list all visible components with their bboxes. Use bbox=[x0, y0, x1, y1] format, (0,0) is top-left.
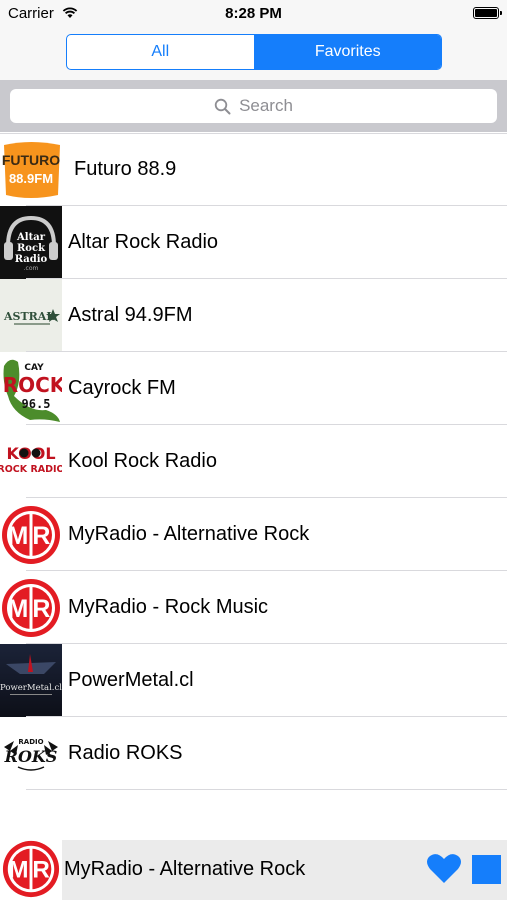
station-row[interactable]: ASTRAL Astral 94.9FM bbox=[0, 279, 507, 352]
roks-logo-mid: ROKS bbox=[4, 747, 58, 766]
search-bar: Search bbox=[0, 80, 507, 132]
battery-icon bbox=[473, 7, 502, 19]
navigation-bar: All Favorites bbox=[0, 28, 507, 80]
station-name: Radio ROKS bbox=[68, 742, 183, 764]
search-placeholder: Search bbox=[239, 96, 293, 115]
altar-logo-line2: Rock bbox=[17, 243, 46, 254]
search-input[interactable]: Search bbox=[10, 89, 497, 123]
segment-favorites[interactable]: Favorites bbox=[254, 35, 441, 69]
station-row[interactable]: RADIO ROKS Radio ROKS bbox=[0, 717, 507, 790]
futuro-logo-line1: FUTURO bbox=[2, 152, 60, 168]
powermetal-logo: PowerMetal.cl bbox=[0, 644, 62, 717]
astral-logo: ASTRAL bbox=[0, 279, 62, 352]
powermetal-logo-text: PowerMetal.cl bbox=[0, 683, 62, 693]
myradio-logo: MR bbox=[0, 571, 62, 644]
roks-logo-top: RADIO bbox=[18, 738, 43, 746]
myradio-logo-text: MR bbox=[8, 595, 55, 623]
kool-logo-top: KOOL bbox=[6, 444, 55, 463]
station-row[interactable]: MR MyRadio - Alternative Rock bbox=[0, 498, 507, 571]
station-name: Altar Rock Radio bbox=[68, 231, 219, 253]
search-icon bbox=[214, 98, 231, 114]
station-name: Kool Rock Radio bbox=[68, 450, 217, 472]
segmented-control: All Favorites bbox=[66, 34, 442, 70]
segment-all[interactable]: All bbox=[67, 35, 255, 69]
altar-logo-line3: Radio bbox=[15, 254, 48, 265]
now-playing-title: MyRadio - Alternative Rock bbox=[64, 858, 306, 880]
clock: 8:28 PM bbox=[225, 5, 282, 22]
heart-icon[interactable] bbox=[426, 852, 462, 889]
cayrock-logo: CAY ROCK 96.5 bbox=[0, 352, 62, 425]
station-row[interactable]: MR MyRadio - Rock Music bbox=[0, 571, 507, 644]
station-name: MyRadio - Alternative Rock bbox=[68, 523, 310, 545]
station-name: PowerMetal.cl bbox=[68, 669, 194, 691]
astral-logo-text: ASTRAL bbox=[3, 310, 54, 323]
station-row[interactable]: CAY ROCK 96.5 Cayrock FM bbox=[0, 352, 507, 425]
kool-logo-bottom: ROCK RADIO bbox=[0, 464, 62, 475]
myradio-logo: MR bbox=[0, 838, 62, 900]
radio-roks-logo: RADIO ROKS bbox=[0, 717, 62, 790]
station-row[interactable]: PowerMetal.cl PowerMetal.cl bbox=[0, 644, 507, 717]
futuro-logo: FUTURO 88.9FM bbox=[0, 133, 62, 206]
station-name: MyRadio - Rock Music bbox=[68, 596, 269, 618]
station-name: Futuro 88.9 bbox=[74, 158, 177, 180]
station-row[interactable]: FUTURO 88.9FM Futuro 88.9 bbox=[0, 133, 507, 206]
altar-rock-logo: Altar Rock Radio .com bbox=[0, 206, 62, 279]
myradio-logo-text: MR bbox=[8, 522, 55, 550]
now-playing-bar[interactable]: MR MyRadio - Alternative Rock bbox=[0, 838, 507, 900]
status-bar: Carrier 8:28 PM bbox=[0, 0, 507, 28]
station-name: Astral 94.9FM bbox=[68, 304, 193, 326]
cayrock-logo-mid: ROCK bbox=[3, 373, 62, 397]
stop-icon[interactable] bbox=[472, 855, 501, 889]
cayrock-logo-top: CAY bbox=[24, 363, 44, 373]
myradio-logo: MR bbox=[0, 498, 62, 571]
myradio-logo-text: MR bbox=[8, 857, 53, 884]
cayrock-logo-bottom: 96.5 bbox=[22, 397, 51, 411]
station-row[interactable]: KOOL ROCK RADIO Kool Rock Radio bbox=[0, 425, 507, 498]
station-name: Cayrock FM bbox=[68, 377, 176, 399]
kool-rock-logo: KOOL ROCK RADIO bbox=[0, 425, 62, 498]
altar-logo-line4: .com bbox=[24, 265, 39, 272]
station-row[interactable]: Altar Rock Radio .com Altar Rock Radio bbox=[0, 206, 507, 279]
futuro-logo-line2: 88.9FM bbox=[9, 171, 53, 186]
station-list: FUTURO 88.9FM Futuro 88.9 Altar Rock Rad… bbox=[0, 133, 507, 790]
altar-logo-line1: Altar bbox=[16, 232, 46, 243]
